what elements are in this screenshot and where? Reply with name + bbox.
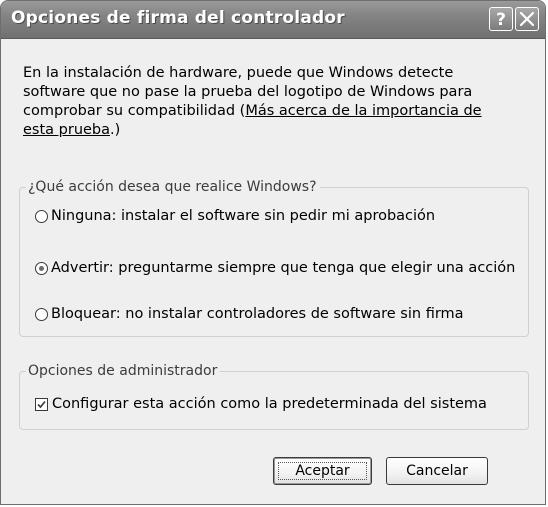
help-icon: ? [496,10,506,30]
radio-warn-label: Advertir: preguntarme siempre que tenga … [51,260,516,276]
admin-group-legend: Opciones de administrador [28,363,218,379]
window-title: Opciones de firma del controlador [11,8,345,28]
radio-option-none[interactable]: Ninguna: instalar el software sin pedir … [35,208,435,224]
dialog-content: En la instalación de hardware, puede que… [1,39,545,504]
default-action-label: Configurar esta acción como la predeterm… [52,396,487,412]
help-glyph: ? [496,10,506,30]
checkmark-icon [37,400,46,408]
intro-paragraph: En la instalación de hardware, puede que… [23,64,513,140]
default-action-checkbox[interactable] [35,397,48,411]
cancel-button[interactable]: Cancelar [386,457,488,485]
intro-text-end: .) [110,122,121,138]
radio-option-block[interactable]: Bloquear: no instalar controladores de s… [35,306,464,322]
radio-block-label: Bloquear: no instalar controladores de s… [51,306,464,322]
radio-option-warn[interactable]: Advertir: preguntarme siempre que tenga … [35,260,515,276]
ok-button[interactable]: Aceptar [273,457,372,485]
radio-block[interactable] [35,307,48,321]
default-action-option[interactable]: Configurar esta acción como la predeterm… [35,396,487,412]
radio-none-label: Ninguna: instalar el software sin pedir … [51,208,436,224]
help-button[interactable]: ? [489,7,513,31]
focus-ring [278,462,367,480]
driver-signing-dialog: Opciones de firma del controlador ? En l… [0,0,546,505]
close-button[interactable] [515,7,539,31]
cancel-button-label: Cancelar [406,463,468,479]
action-group-legend: ¿Qué acción desea que realice Windows? [28,179,317,195]
close-icon [519,11,535,27]
radio-warn[interactable] [35,261,48,275]
title-bar[interactable]: Opciones de firma del controlador ? [1,1,545,39]
radio-none[interactable] [35,209,48,223]
